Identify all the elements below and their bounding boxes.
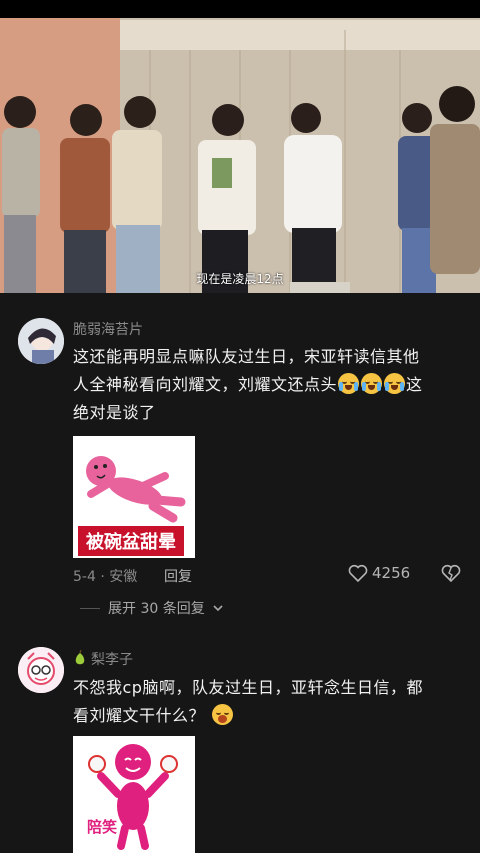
username[interactable]: 梨李子 bbox=[73, 649, 133, 669]
heart-icon bbox=[348, 564, 368, 582]
comment-text-line: 看刘耀文干什么？ bbox=[73, 702, 465, 730]
comment-text-segment: 看刘耀文干什么？ bbox=[73, 706, 206, 725]
comment-text: 这还能再明显点嘛队友过生日，宋亚轩读信其他 人全神秘看向刘耀文，刘耀文还点头这 … bbox=[73, 343, 465, 427]
like-button[interactable]: 4256 bbox=[348, 564, 410, 582]
video-subtitle: 现在是凌晨12点 bbox=[196, 272, 284, 286]
avatar-image bbox=[18, 647, 64, 693]
divider-line bbox=[80, 607, 100, 609]
username-text: 梨李子 bbox=[91, 652, 133, 668]
reply-button[interactable]: 回复 bbox=[164, 566, 192, 586]
crying-laughing-emoji bbox=[384, 373, 406, 394]
user-avatar[interactable] bbox=[18, 318, 64, 364]
crying-laughing-emoji bbox=[361, 373, 383, 394]
video-player[interactable]: 现在是凌晨12点 bbox=[0, 0, 480, 293]
user-avatar[interactable] bbox=[18, 647, 64, 693]
yawning-emoji bbox=[211, 704, 233, 725]
comment-text-line: 绝对是谈了 bbox=[73, 403, 156, 422]
comment-text-line: 这还能再明显点嘛队友过生日，宋亚轩读信其他 bbox=[73, 347, 420, 366]
crying-laughing-emoji bbox=[338, 373, 360, 394]
comment-text-line: 不怨我cp脑啊，队友过生日，亚轩念生日信，都 bbox=[73, 678, 423, 697]
video-frame bbox=[0, 0, 480, 293]
comment-text-segment: 人全神秘看向刘耀文，刘耀文还点头 bbox=[73, 375, 338, 394]
comment-date-location: 5-4 · 安徽 bbox=[73, 569, 138, 585]
comment-text: 不怨我cp脑啊，队友过生日，亚轩念生日信，都 看刘耀文干什么？ bbox=[73, 674, 465, 730]
dislike-button[interactable] bbox=[441, 564, 461, 586]
expand-replies-button[interactable]: 展开 30 条回复 bbox=[80, 598, 223, 618]
like-count: 4256 bbox=[372, 564, 411, 582]
chevron-down-icon bbox=[213, 605, 223, 612]
sticker-image[interactable]: 被碗盆甜晕 bbox=[73, 436, 195, 558]
avatar-image bbox=[18, 318, 64, 364]
sticker-image[interactable]: 陪笑 bbox=[73, 736, 195, 853]
sticker-caption: 陪笑 bbox=[87, 818, 118, 836]
broken-heart-icon bbox=[441, 564, 461, 583]
username[interactable]: 脆弱海苔片 bbox=[73, 319, 143, 339]
pear-icon bbox=[75, 650, 85, 665]
expand-replies-label: 展开 30 条回复 bbox=[108, 601, 205, 617]
comment-text-line: 人全神秘看向刘耀文，刘耀文还点头 这 bbox=[73, 371, 465, 399]
comment-text-segment: 这 bbox=[406, 375, 423, 394]
sticker-caption: 被碗盆甜晕 bbox=[78, 526, 184, 556]
comment-list[interactable]: 脆弱海苔片 这还能再明显点嘛队友过生日，宋亚轩读信其他 人全神秘看向刘耀文，刘耀… bbox=[0, 293, 480, 853]
